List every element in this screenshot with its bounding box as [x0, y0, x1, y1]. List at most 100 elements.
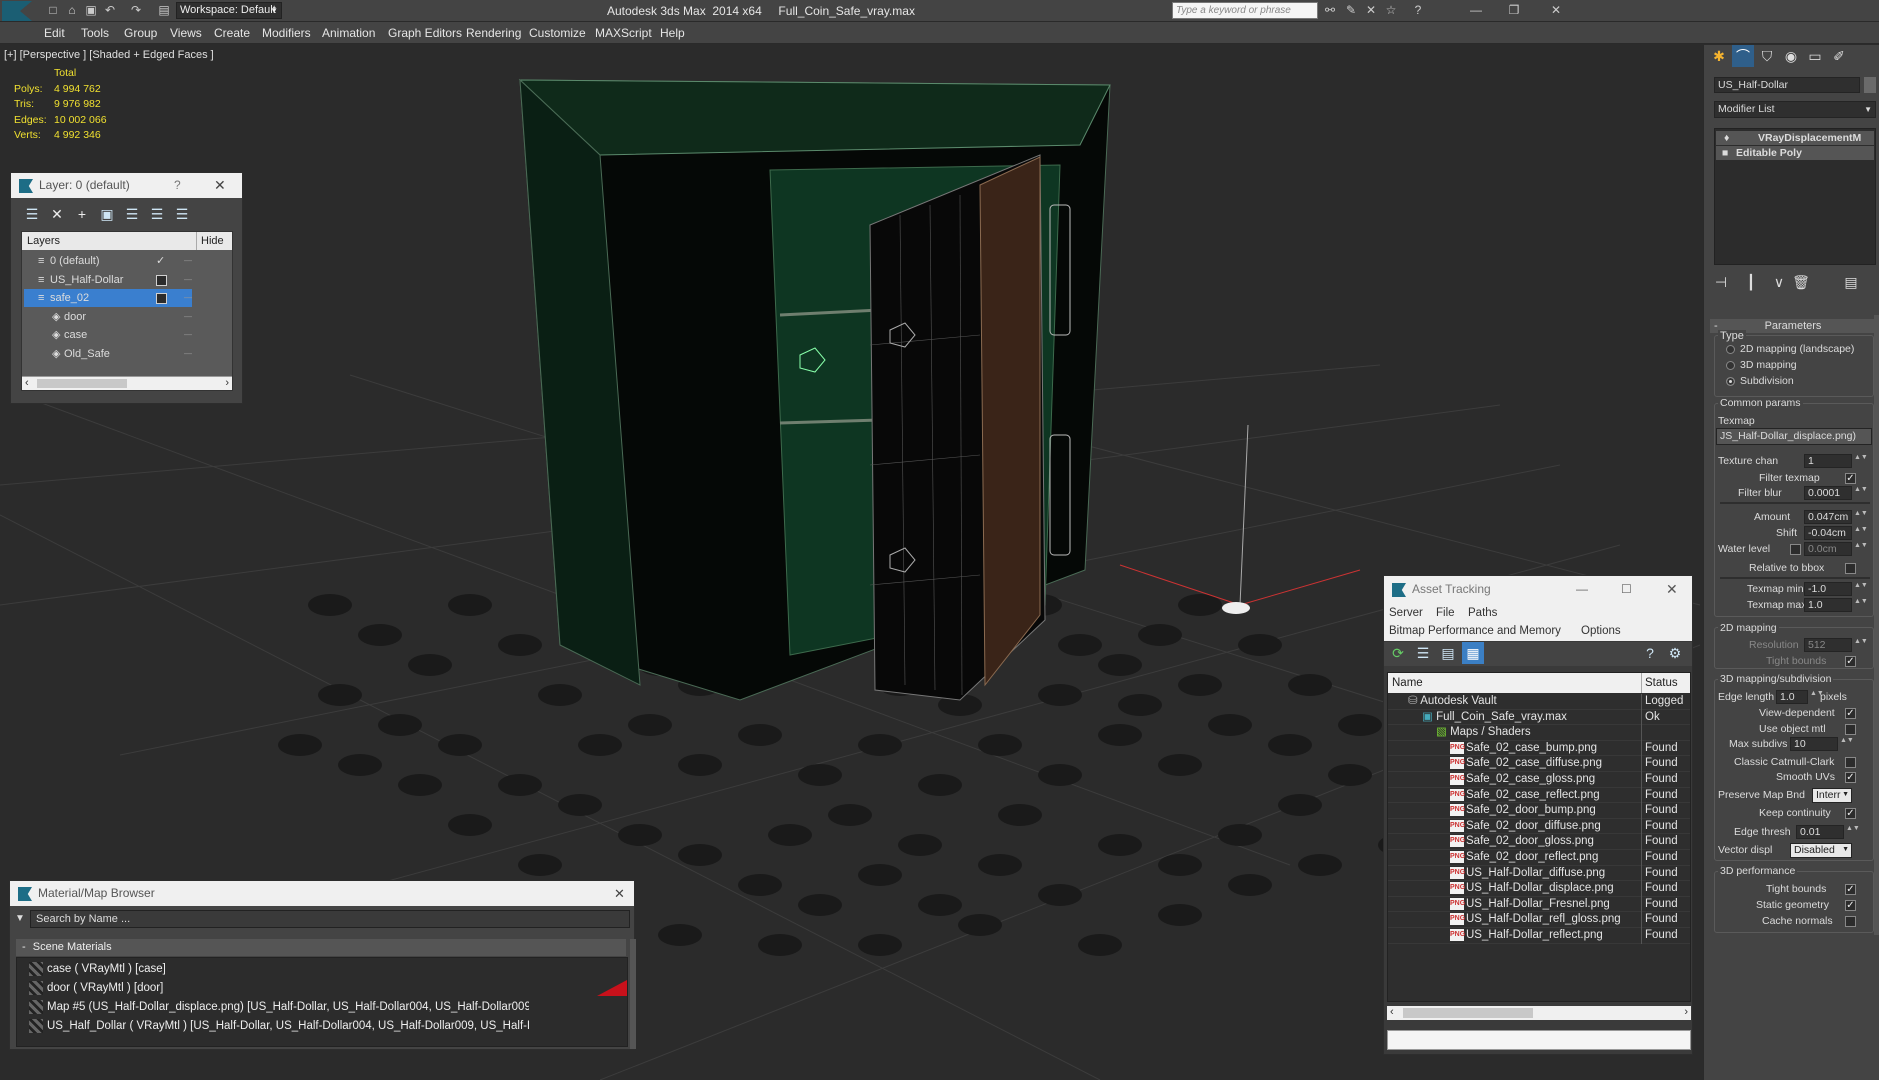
shift-input[interactable]: -0.04cm [1804, 526, 1852, 540]
app-logo-icon[interactable] [2, 1, 32, 21]
asset-row[interactable]: PNGUS_Half-Dollar_reflect.png Found [1388, 928, 1690, 944]
preserve-map-bnd-dropdown[interactable]: Interr ▼ [1812, 788, 1852, 803]
layer-row[interactable]: ≡ safe_02 — [24, 289, 192, 307]
asset-row[interactable]: ▣ Full_Coin_Safe_vray.max Ok [1388, 709, 1690, 726]
object-color-swatch[interactable] [1864, 77, 1876, 93]
object-name-field[interactable]: US_Half-Dollar [1714, 77, 1860, 93]
asset-row[interactable]: ▧ Maps / Shaders [1388, 725, 1690, 741]
delete-layer-icon[interactable]: ✕ [46, 203, 68, 225]
grid-view-icon[interactable]: ▦ [1462, 642, 1484, 664]
material-item[interactable]: Map #5 (US_Half-Dollar_displace.png) [US… [29, 999, 529, 1015]
hide-toggle-icon[interactable]: — [184, 345, 192, 363]
menu-rendering[interactable]: Rendering [466, 26, 521, 40]
undo-icon[interactable]: ↶ [102, 3, 118, 18]
select-in-layer-icon[interactable]: ▣ [96, 203, 118, 225]
help-icon[interactable]: ? [1410, 3, 1426, 18]
layer-dialog-titlebar[interactable]: Layer: 0 (default) ? ✕ [11, 173, 242, 198]
list-view-icon[interactable]: ☰ [1412, 642, 1434, 664]
create-layer-icon[interactable]: ☰ [21, 203, 43, 225]
command-panel-scrollbar[interactable] [1874, 315, 1879, 935]
workspace-dropdown[interactable]: Workspace: Default ▼ [176, 2, 282, 19]
menu-server[interactable]: Server [1389, 607, 1423, 619]
status-column-header[interactable]: Status [1641, 673, 1678, 693]
layer-row[interactable]: ≡ US_Half-Dollar — [24, 271, 224, 289]
menu-customize[interactable]: Customize [529, 26, 586, 40]
texmap-max-spinner-icon[interactable]: ▲▼ [1854, 598, 1868, 612]
use-object-mtl-checkbox[interactable] [1845, 724, 1856, 735]
minimize-window-icon[interactable]: — [1468, 3, 1484, 18]
edge-length-spinner-icon[interactable]: ▲▼ [1810, 690, 1824, 704]
hierarchy-tab-icon[interactable]: ⛉ [1756, 45, 1778, 67]
max-subdivs-spinner-icon[interactable]: ▲▼ [1840, 737, 1854, 751]
shift-spinner-icon[interactable]: ▲▼ [1854, 526, 1868, 540]
display-tab-icon[interactable]: ▭ [1804, 45, 1826, 67]
asset-row[interactable]: PNGSafe_02_case_gloss.png Found [1388, 772, 1690, 788]
asset-row[interactable]: PNGSafe_02_door_diffuse.png Found [1388, 818, 1690, 835]
menu-create[interactable]: Create [214, 26, 250, 40]
highlight-layer-icon[interactable]: ☰ [121, 203, 143, 225]
modifier-stack-item[interactable]: ■ Editable Poly [1716, 146, 1874, 160]
asset-row[interactable]: PNGUS_Half-Dollar_Fresnel.png Found [1388, 896, 1690, 913]
modifier-stack-item[interactable]: ♦ VRayDisplacementM [1716, 131, 1874, 145]
scroll-left-icon[interactable]: ‹ [1390, 1006, 1394, 1018]
relative-to-bbox-checkbox[interactable] [1845, 563, 1856, 574]
exchange-icon[interactable]: ✕ [1363, 3, 1379, 18]
scene-materials-header[interactable]: - Scene Materials [16, 939, 626, 956]
menu-bitmap-performance[interactable]: Bitmap Performance and Memory [1389, 625, 1561, 637]
name-column-header[interactable]: Name [1392, 673, 1423, 693]
close-icon[interactable]: ✕ [1666, 576, 1678, 603]
communication-icon[interactable]: ✎ [1343, 3, 1359, 18]
filter-blur-spinner-icon[interactable]: ▲▼ [1854, 486, 1868, 500]
utilities-tab-icon[interactable]: ✐ [1828, 45, 1850, 67]
smooth-uvs-checkbox[interactable]: ✓ [1845, 772, 1856, 783]
make-unique-icon[interactable]: ∨ [1768, 271, 1790, 293]
configure-sets-icon[interactable]: ▤ [1840, 271, 1862, 293]
restore-window-icon[interactable]: ❐ [1506, 3, 1522, 18]
static-geometry-checkbox[interactable]: ✓ [1845, 900, 1856, 911]
close-icon[interactable]: ✕ [214, 173, 226, 198]
layer-row[interactable]: ◈ door — [24, 308, 224, 326]
current-layer-checkbox[interactable] [156, 274, 167, 286]
texmap-min-input[interactable]: -1.0 [1804, 582, 1852, 596]
radio-subdivision[interactable] [1726, 377, 1735, 386]
tight-bounds-2d-checkbox[interactable]: ✓ [1845, 656, 1856, 667]
hide-toggle-icon[interactable]: — [184, 326, 192, 344]
material-search-input[interactable]: Search by Name ... [30, 910, 630, 928]
close-window-icon[interactable]: ✕ [1548, 3, 1564, 18]
menu-options[interactable]: Options [1581, 625, 1621, 637]
layer-row[interactable]: ◈ case — [24, 326, 224, 344]
vertical-scrollbar[interactable] [630, 939, 636, 1049]
amount-input[interactable]: 0.047cm [1804, 510, 1852, 524]
modify-tab-icon[interactable]: ⌒ [1732, 45, 1754, 67]
resolution-input[interactable]: 512 [1804, 638, 1852, 652]
radio-2d-mapping[interactable] [1726, 345, 1735, 354]
save-file-icon[interactable]: ▣ [83, 3, 99, 18]
edge-length-input[interactable]: 1.0 [1776, 690, 1808, 704]
classic-catmull-clark-checkbox[interactable] [1845, 757, 1856, 768]
max-subdivs-input[interactable]: 10 [1790, 737, 1838, 751]
scroll-thumb[interactable] [1403, 1008, 1533, 1018]
edge-thresh-spinner-icon[interactable]: ▲▼ [1846, 825, 1860, 839]
keep-continuity-checkbox[interactable]: ✓ [1845, 808, 1856, 819]
menu-paths[interactable]: Paths [1468, 607, 1497, 619]
new-file-icon[interactable]: □ [45, 3, 61, 18]
asset-row[interactable]: ⛁ Autodesk Vault Logged [1388, 694, 1690, 710]
cache-normals-checkbox[interactable] [1845, 916, 1856, 927]
hide-toggle-icon[interactable]: — [184, 271, 192, 289]
asset-row[interactable]: PNGUS_Half-Dollar_diffuse.png Found [1388, 865, 1690, 882]
help-search-icon[interactable]: ⚙ [1664, 642, 1686, 664]
view-dependent-checkbox[interactable]: ✓ [1845, 708, 1856, 719]
freeze-all-layers-icon[interactable]: ☰ [171, 203, 193, 225]
favorites-star-icon[interactable]: ☆ [1383, 3, 1399, 18]
asset-row[interactable]: PNGSafe_02_case_diffuse.png Found [1388, 756, 1690, 772]
menu-help[interactable]: Help [660, 26, 685, 40]
edge-thresh-input[interactable]: 0.01 [1796, 825, 1844, 839]
asset-row[interactable]: PNGSafe_02_case_reflect.png Found [1388, 787, 1690, 804]
menu-tools[interactable]: Tools [81, 26, 109, 40]
scroll-right-icon[interactable]: › [1684, 1006, 1688, 1018]
hide-toggle-icon[interactable]: — [184, 252, 192, 270]
minimize-icon[interactable]: — [1576, 576, 1588, 603]
viewport-label[interactable]: [+] [Perspective ] [Shaded + Edged Faces… [4, 49, 214, 61]
asset-row[interactable]: PNGSafe_02_door_reflect.png Found [1388, 850, 1690, 866]
menu-graph-editors[interactable]: Graph Editors [388, 26, 462, 40]
